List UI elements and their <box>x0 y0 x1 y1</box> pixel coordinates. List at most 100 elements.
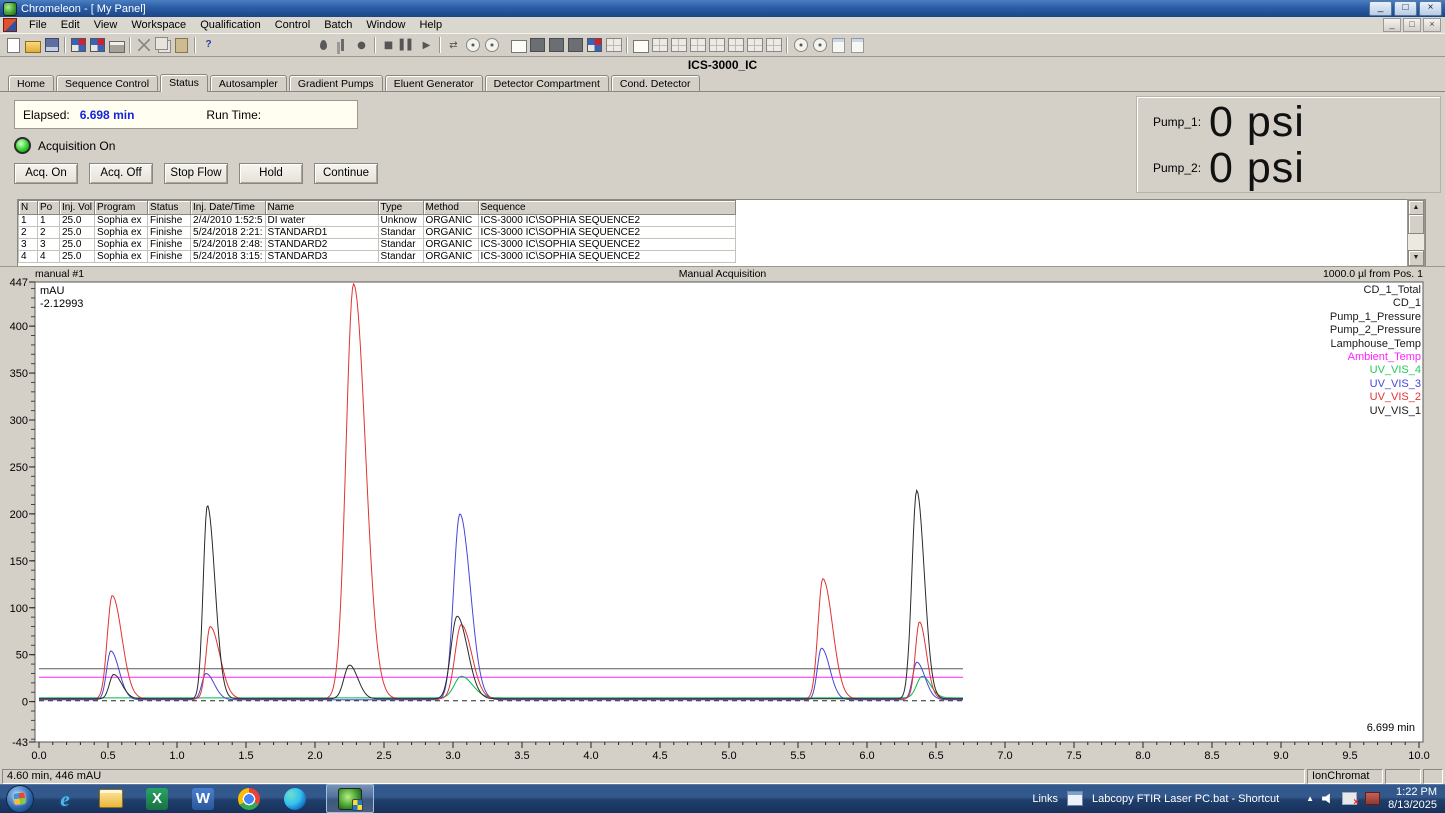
pause-icon[interactable]: ▌▌ <box>398 36 417 54</box>
table-row[interactable]: 4425.0Sophia exFinishe5/24/2018 3:15:STA… <box>19 251 736 263</box>
menu-file[interactable]: File <box>22 18 54 32</box>
tile-icon[interactable] <box>707 36 726 54</box>
swap-icon[interactable]: ⇄ <box>444 36 463 54</box>
paste-icon[interactable] <box>172 36 191 54</box>
tab-sequence-control[interactable]: Sequence Control <box>56 75 158 91</box>
inject-icon[interactable] <box>314 36 333 54</box>
script-icon[interactable] <box>829 36 848 54</box>
chromatogram-plot[interactable]: 447400350300250200150100500-430.00.51.01… <box>0 267 1445 769</box>
clock[interactable]: 1:22 PM 8/13/2025 <box>1388 786 1437 812</box>
tab-home[interactable]: Home <box>8 75 54 91</box>
scroll-down-icon[interactable]: ▼ <box>1408 250 1424 266</box>
plot-icon[interactable] <box>547 36 566 54</box>
tab-detector-compartment[interactable]: Detector Compartment <box>485 75 609 91</box>
column-header-n[interactable]: N <box>19 201 38 215</box>
grid-icon[interactable] <box>745 36 764 54</box>
tab-autosampler[interactable]: Autosampler <box>210 75 287 91</box>
palette-icon[interactable] <box>604 36 623 54</box>
taskbar-word-icon[interactable]: W <box>191 787 215 811</box>
plot-icon[interactable] <box>528 36 547 54</box>
stop-flow-button[interactable]: Stop Flow <box>164 163 228 184</box>
column-header-inj-date-time[interactable]: Inj. Date/Time <box>191 201 266 215</box>
chromatogram-panel[interactable]: 447400350300250200150100500-430.00.51.01… <box>0 266 1445 769</box>
menu-edit[interactable]: Edit <box>54 18 87 32</box>
play-icon[interactable]: ▶ <box>417 36 436 54</box>
column-header-status[interactable]: Status <box>148 201 191 215</box>
column-header-po[interactable]: Po <box>38 201 60 215</box>
close-button[interactable]: × <box>1419 1 1442 16</box>
network-icon[interactable] <box>1342 792 1357 805</box>
column-header-type[interactable]: Type <box>378 201 423 215</box>
tab-status[interactable]: Status <box>160 74 208 92</box>
cut-icon[interactable] <box>134 36 153 54</box>
continue-button[interactable]: Continue <box>314 163 378 184</box>
start-button-icon[interactable] <box>6 785 34 813</box>
record-icon[interactable]: ● <box>352 36 371 54</box>
table-row[interactable]: 2225.0Sophia exFinishe5/24/2018 2:21:STA… <box>19 227 736 239</box>
report-icon[interactable] <box>585 36 604 54</box>
save-icon[interactable] <box>42 36 61 54</box>
menu-workspace[interactable]: Workspace <box>124 18 193 32</box>
schedule-icon[interactable] <box>791 36 810 54</box>
volume-icon[interactable] <box>1322 793 1334 804</box>
menu-view[interactable]: View <box>87 18 125 32</box>
minimize-button[interactable]: _ <box>1369 1 1392 16</box>
taskbar-excel-icon[interactable]: X <box>145 787 169 811</box>
chart-icon[interactable] <box>650 36 669 54</box>
tile-icon[interactable] <box>688 36 707 54</box>
print-icon[interactable] <box>107 36 126 54</box>
sample-table[interactable]: NPoInj. VolProgramStatusInj. Date/TimeNa… <box>18 200 736 263</box>
column-header-name[interactable]: Name <box>265 201 378 215</box>
child-minimize-button[interactable]: _ <box>1383 18 1401 32</box>
column-header-program[interactable]: Program <box>95 201 148 215</box>
column-header-sequence[interactable]: Sequence <box>478 201 735 215</box>
plot-icon[interactable] <box>566 36 585 54</box>
tab-eluent-generator[interactable]: Eluent Generator <box>385 75 483 91</box>
window-icon[interactable] <box>631 36 650 54</box>
taskbar-chrome-icon[interactable] <box>237 787 261 811</box>
menu-window[interactable]: Window <box>359 18 412 32</box>
acq-on-button[interactable]: Acq. On <box>14 163 78 184</box>
workspace-icon[interactable] <box>69 36 88 54</box>
acq-off-button[interactable]: Acq. Off <box>89 163 153 184</box>
restore-button[interactable]: □ <box>1394 1 1417 16</box>
menu-batch[interactable]: Batch <box>317 18 359 32</box>
tray-app-icon[interactable] <box>1365 792 1380 805</box>
open-icon[interactable] <box>23 36 42 54</box>
shortcut-icon[interactable] <box>1067 791 1083 806</box>
context-help-icon[interactable]: ? <box>199 36 218 54</box>
column-header-inj-vol[interactable]: Inj. Vol <box>60 201 95 215</box>
table-row[interactable]: 1125.0Sophia exFinishe2/4/2010 1:52:5DI … <box>19 215 736 227</box>
audit-icon[interactable] <box>482 36 501 54</box>
table-scrollbar[interactable]: ▲ ▼ <box>1407 199 1425 267</box>
script-icon[interactable] <box>848 36 867 54</box>
menu-qualification[interactable]: Qualification <box>193 18 268 32</box>
shortcut-label[interactable]: Labcopy FTIR Laser PC.bat - Shortcut <box>1092 793 1279 805</box>
copy-icon[interactable] <box>153 36 172 54</box>
monitor-icon[interactable] <box>463 36 482 54</box>
taskbar-explorer-icon[interactable] <box>99 787 123 811</box>
tile-icon[interactable] <box>669 36 688 54</box>
menu-control[interactable]: Control <box>268 18 317 32</box>
tab-cond-detector[interactable]: Cond. Detector <box>611 75 700 91</box>
tray-expand-icon[interactable]: ▲ <box>1306 794 1314 803</box>
child-close-button[interactable]: × <box>1423 18 1441 32</box>
links-toolbar[interactable]: Links <box>1032 793 1058 805</box>
column-header-method[interactable]: Method <box>423 201 478 215</box>
prime-icon[interactable] <box>333 36 352 54</box>
hold-button[interactable]: Hold <box>239 163 303 184</box>
table-row[interactable]: 3325.0Sophia exFinishe5/24/2018 2:48:STA… <box>19 239 736 251</box>
timer-icon[interactable] <box>810 36 829 54</box>
tile-icon[interactable] <box>726 36 745 54</box>
frame-icon[interactable] <box>509 36 528 54</box>
taskbar-edge-icon[interactable] <box>283 787 307 811</box>
tab-gradient-pumps[interactable]: Gradient Pumps <box>289 75 383 91</box>
menu-help[interactable]: Help <box>412 18 449 32</box>
panel-layout-icon[interactable] <box>88 36 107 54</box>
taskbar-ie-icon[interactable]: e <box>53 787 77 811</box>
child-restore-button[interactable]: □ <box>1403 18 1421 32</box>
title-bar[interactable]: Chromeleon - [ My Panel] _□× <box>0 0 1445 17</box>
grid-icon[interactable] <box>764 36 783 54</box>
new-document-icon[interactable] <box>4 36 23 54</box>
stop-icon[interactable]: ■ <box>379 36 398 54</box>
